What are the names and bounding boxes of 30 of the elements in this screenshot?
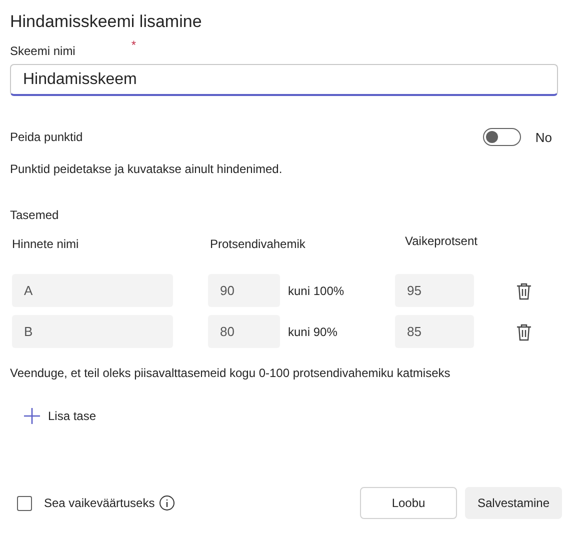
range-from-field[interactable]: 90 (208, 274, 280, 307)
grade-name-field[interactable]: B (12, 315, 173, 348)
range-to-text: kuni 90% (287, 324, 338, 338)
delete-icon[interactable] (516, 322, 532, 340)
dialog-button[interactable]: Salvestamine (465, 487, 562, 519)
checkbox-label: Sea vaikeväärtuseks (44, 496, 155, 510)
toggle-switch[interactable] (483, 128, 522, 146)
column-header: Hinnete nimi (11, 237, 80, 251)
toggle-label: Peida punktid (10, 130, 83, 144)
checkbox[interactable] (17, 496, 32, 510)
scheme-name-field[interactable]: Hindamisskeem (10, 64, 558, 96)
field-label: Skeemi nimi (10, 44, 76, 58)
column-header: Protsendivahemik (210, 237, 306, 251)
delete-icon[interactable] (516, 282, 532, 300)
grade-name-field[interactable]: A (12, 274, 173, 307)
required-mark: * (131, 38, 136, 52)
description-text: Punktid peidetakse ja kuvatakse ainult hindenimed. (10, 162, 284, 176)
add-level-button[interactable]: Lisa tase (24, 408, 96, 424)
column-header: Vaikeprotsent (405, 234, 478, 248)
range-from-field[interactable]: 80 (208, 315, 280, 348)
plus-icon (24, 408, 40, 424)
toggle-state: No (535, 130, 552, 144)
info-icon[interactable] (158, 495, 175, 511)
hint-text: Veenduge, et teil oleks piisavalttasemeid kogu 0-100 protsendivahemiku katmiseks (10, 366, 452, 380)
default-percent-field[interactable]: 95 (395, 274, 474, 307)
dialog-title: Hindamisskeemi lisamine (10, 12, 203, 32)
dialog-button[interactable]: Loobu (360, 487, 457, 519)
range-to-text: kuni 100% (287, 284, 346, 298)
default-percent-field[interactable]: 85 (395, 315, 474, 348)
section-heading: Tasemed (10, 208, 60, 222)
